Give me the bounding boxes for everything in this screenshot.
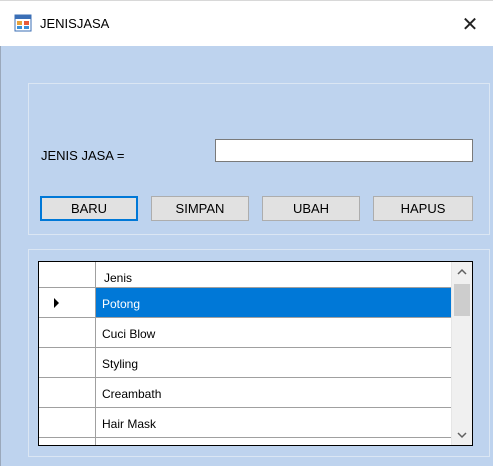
grid-cell[interactable]: Creambath bbox=[96, 378, 451, 407]
hapus-button[interactable]: HAPUS bbox=[373, 196, 473, 221]
grid-cell[interactable]: Hair Mask bbox=[96, 408, 451, 437]
jenis-jasa-grid[interactable]: Jenis Potong Cuci Blow Styling Creambath bbox=[38, 261, 473, 446]
chevron-up-icon bbox=[457, 268, 467, 275]
close-button[interactable]: ✕ bbox=[447, 1, 493, 47]
jenis-jasa-label: JENIS JASA = bbox=[41, 148, 125, 163]
row-header[interactable] bbox=[39, 318, 96, 347]
scroll-down-button[interactable] bbox=[452, 425, 472, 445]
row-header[interactable] bbox=[39, 348, 96, 377]
close-icon: ✕ bbox=[461, 13, 479, 36]
jenis-jasa-input[interactable] bbox=[215, 139, 473, 162]
chevron-down-icon bbox=[457, 432, 467, 439]
table-row[interactable]: Hair Mask bbox=[39, 408, 451, 438]
grid-cell[interactable]: Cuci Blow bbox=[96, 318, 451, 347]
table-row[interactable]: Potong bbox=[39, 288, 451, 318]
simpan-button[interactable]: SIMPAN bbox=[151, 196, 249, 221]
app-window: JENISJASA ✕ JENIS JASA = BARU SIMPAN UBA… bbox=[0, 0, 493, 466]
row-header-corner[interactable] bbox=[39, 262, 96, 287]
table-row[interactable]: Cuci Blow bbox=[39, 318, 451, 348]
grid-rows: Potong Cuci Blow Styling Creambath Hair … bbox=[39, 288, 451, 445]
grid-cell[interactable]: Styling bbox=[96, 348, 451, 377]
row-header[interactable] bbox=[39, 288, 96, 317]
grid-header: Jenis bbox=[39, 262, 451, 288]
table-row-partial bbox=[39, 438, 451, 445]
grid-cell[interactable]: Potong bbox=[96, 288, 451, 317]
form-icon bbox=[14, 14, 32, 32]
row-header[interactable] bbox=[39, 408, 96, 437]
scrollbar-thumb[interactable] bbox=[454, 284, 470, 316]
vertical-scrollbar[interactable] bbox=[451, 262, 472, 445]
window-border bbox=[0, 46, 1, 466]
window-title: JENISJASA bbox=[40, 16, 110, 31]
column-header-jenis[interactable]: Jenis bbox=[96, 262, 451, 288]
baru-button[interactable]: BARU bbox=[40, 196, 138, 221]
table-row[interactable]: Styling bbox=[39, 348, 451, 378]
current-row-arrow-icon bbox=[54, 298, 59, 308]
scroll-up-button[interactable] bbox=[452, 262, 472, 282]
title-bar[interactable]: JENISJASA ✕ bbox=[0, 0, 493, 46]
row-header[interactable] bbox=[39, 378, 96, 407]
row-header bbox=[39, 438, 96, 445]
table-row[interactable]: Creambath bbox=[39, 378, 451, 408]
ubah-button[interactable]: UBAH bbox=[262, 196, 360, 221]
